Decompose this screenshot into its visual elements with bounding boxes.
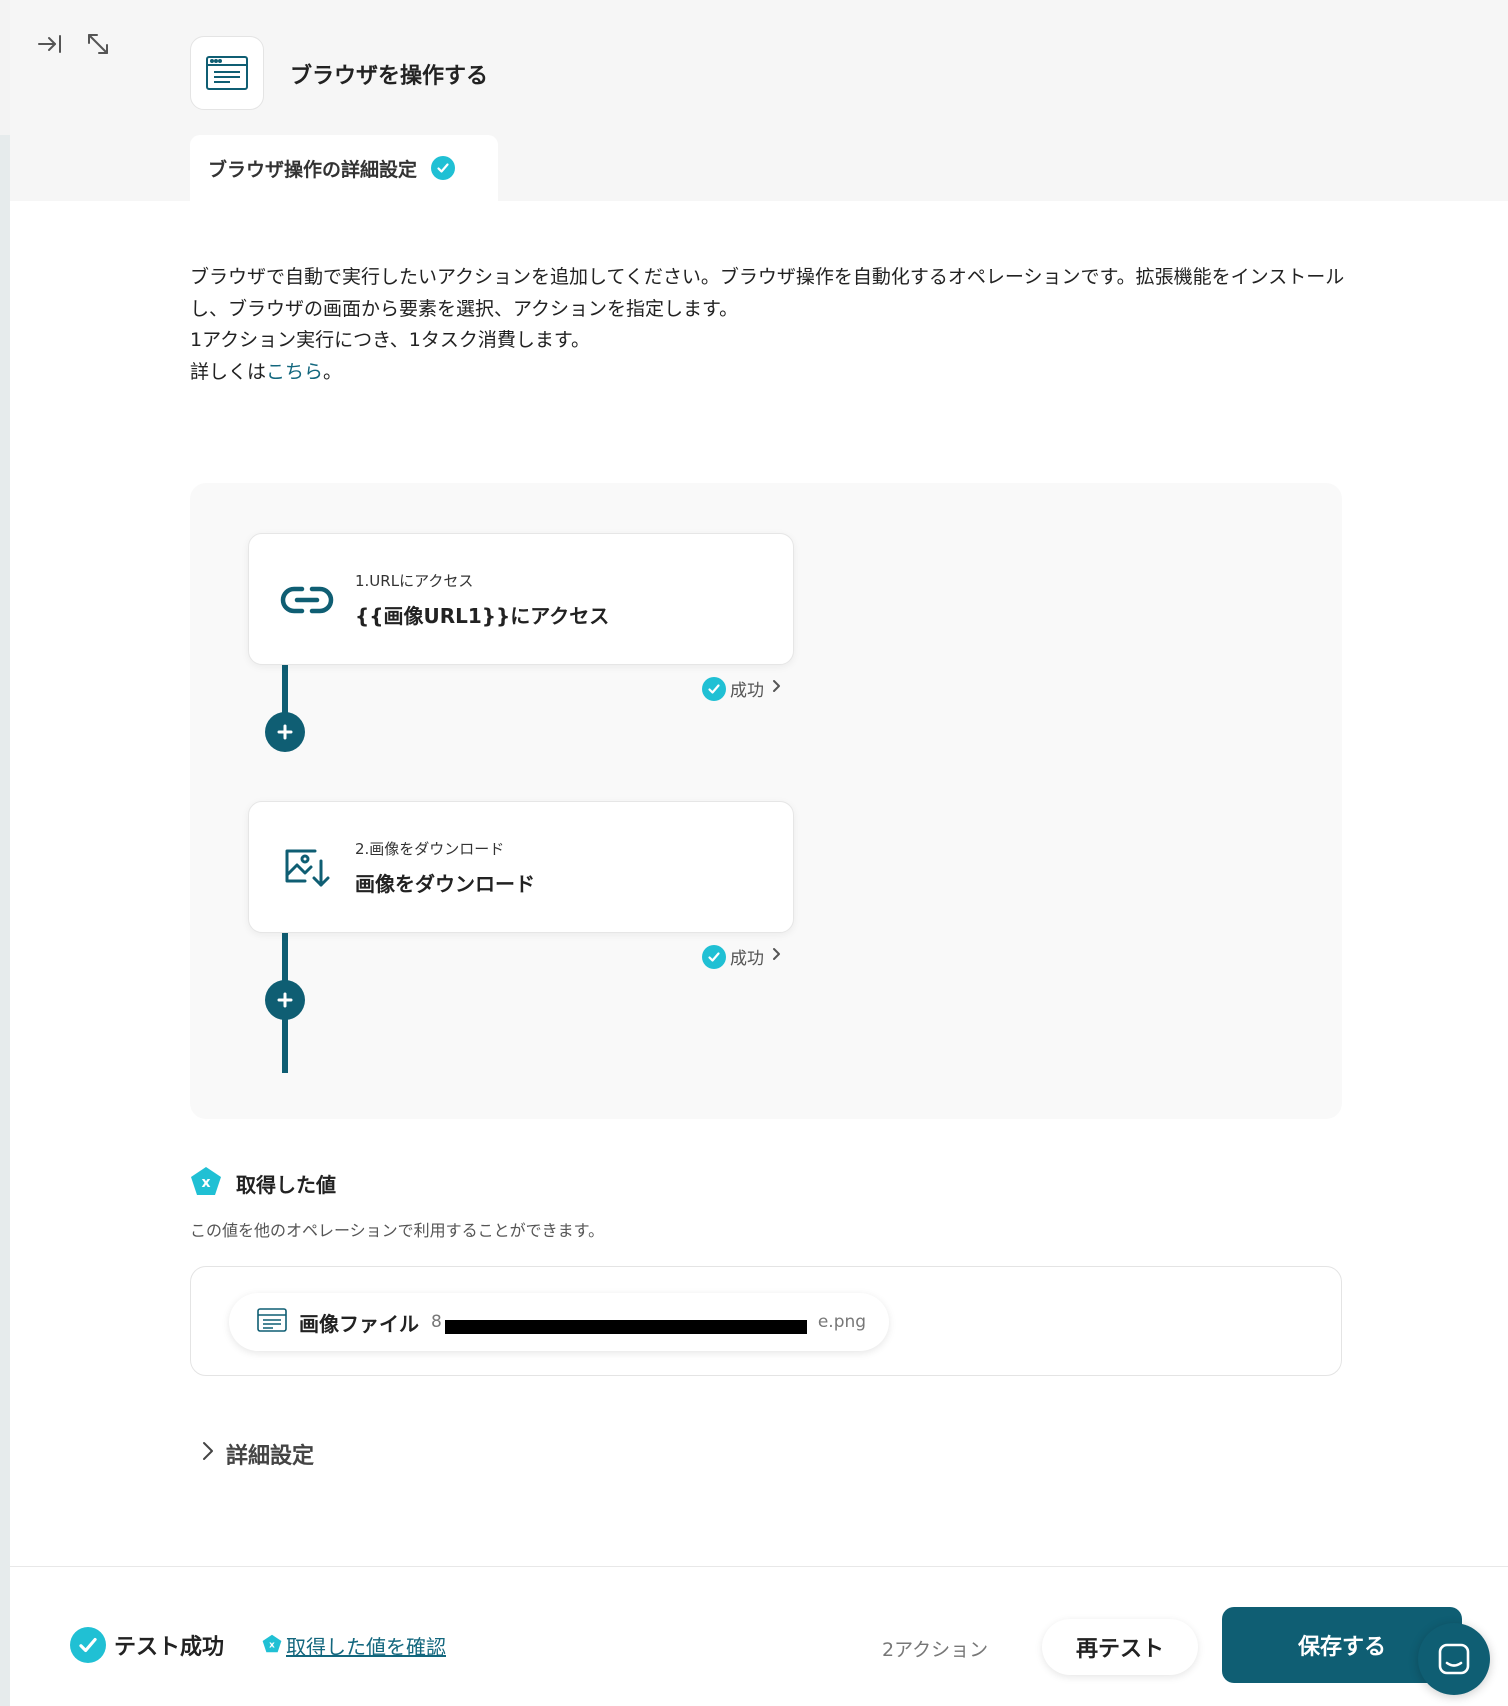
description: ブラウザで自動で実行したいアクションを追加してください。ブラウザ操作を自動化する… bbox=[190, 262, 1360, 388]
image-download-icon bbox=[279, 840, 335, 896]
advanced-settings-label: 詳細設定 bbox=[226, 1444, 315, 1469]
status-label: 成功 bbox=[730, 681, 764, 701]
help-link[interactable]: こちら bbox=[266, 361, 323, 383]
chat-support-button[interactable] bbox=[1418, 1623, 1490, 1695]
retest-button[interactable]: 再テスト bbox=[1042, 1619, 1198, 1675]
panel-header: ブラウザを操作する ブラウザ操作の詳細設定 bbox=[10, 0, 1508, 201]
operation-panel: ブラウザを操作する ブラウザ操作の詳細設定 ブラウザで自動で実行したいアクション… bbox=[10, 0, 1508, 1706]
output-values-title: 取得した値 bbox=[236, 1173, 336, 1197]
expand-panel-icon[interactable] bbox=[84, 30, 112, 58]
test-status: テスト成功 bbox=[70, 1627, 224, 1663]
check-icon bbox=[702, 676, 726, 701]
action-step-1[interactable]: 1.URLにアクセス {{画像URL1}}にアクセス bbox=[248, 533, 794, 665]
left-strip bbox=[0, 135, 10, 1706]
step-title: 画像をダウンロード bbox=[355, 872, 535, 896]
value-chip-value: 8 e.png bbox=[431, 1312, 867, 1334]
value-prefix: 8 bbox=[431, 1312, 442, 1332]
check-icon bbox=[431, 156, 456, 180]
output-values-note: この値を他のオペレーションで利用することができます。 bbox=[190, 1221, 605, 1240]
view-output-values-label: 取得した値を確認 bbox=[286, 1635, 446, 1659]
page-title: ブラウザを操作する bbox=[290, 64, 489, 89]
redaction-bar bbox=[445, 1320, 807, 1334]
step-title: {{画像URL1}}にアクセス bbox=[355, 604, 610, 628]
more-prefix: 詳しくは bbox=[190, 360, 267, 383]
chevron-right-icon bbox=[200, 1440, 216, 1468]
description-line-1: ブラウザで自動で実行したいアクションを追加してください。ブラウザ操作を自動化する… bbox=[190, 266, 1345, 320]
advanced-settings-toggle[interactable]: 詳細設定 bbox=[200, 1438, 314, 1470]
tab-browser-settings[interactable]: ブラウザ操作の詳細設定 bbox=[190, 135, 498, 201]
value-chip[interactable]: 画像ファイル 8 e.png bbox=[229, 1293, 889, 1351]
svg-text:x: x bbox=[269, 1640, 275, 1650]
view-output-values-link[interactable]: x 取得した値を確認 bbox=[262, 1631, 446, 1660]
output-values-box: 画像ファイル 8 e.png bbox=[190, 1266, 1342, 1376]
variable-icon: x bbox=[262, 1634, 282, 1658]
more-suffix: 。 bbox=[323, 360, 343, 383]
value-suffix: e.png bbox=[817, 1312, 867, 1332]
step-1-status[interactable]: 成功 bbox=[702, 676, 784, 701]
footer-bar: テスト成功 x 取得した値を確認 2アクション 再テスト 保存する bbox=[10, 1566, 1508, 1706]
svg-text:x: x bbox=[201, 1175, 210, 1191]
description-more: 詳しくはこちら。 bbox=[190, 357, 1360, 389]
status-label: 成功 bbox=[730, 949, 764, 969]
chat-icon bbox=[1438, 1643, 1470, 1675]
file-icon bbox=[257, 1308, 287, 1336]
tab-label: ブラウザ操作の詳細設定 bbox=[208, 158, 418, 181]
collapse-panel-icon[interactable] bbox=[36, 30, 64, 58]
step-2-status[interactable]: 成功 bbox=[702, 944, 784, 969]
step-subtitle: 1.URLにアクセス bbox=[355, 572, 474, 590]
action-step-2[interactable]: 2.画像をダウンロード 画像をダウンロード bbox=[248, 801, 794, 933]
browser-app-icon bbox=[190, 36, 264, 110]
value-chip-label: 画像ファイル bbox=[299, 1311, 419, 1336]
action-flow: 1.URLにアクセス {{画像URL1}}にアクセス 成功 2.画像をダウンロー… bbox=[190, 483, 1342, 1119]
variable-icon: x bbox=[190, 1166, 222, 1201]
chevron-right-icon bbox=[768, 946, 784, 967]
description-line-2: 1アクション実行につき、1タスク消費します。 bbox=[190, 329, 590, 351]
add-action-button[interactable] bbox=[265, 980, 305, 1020]
test-status-label: テスト成功 bbox=[114, 1635, 225, 1660]
link-icon bbox=[279, 572, 335, 628]
check-icon bbox=[70, 1627, 106, 1663]
add-action-button[interactable] bbox=[265, 712, 305, 752]
step-subtitle: 2.画像をダウンロード bbox=[355, 840, 505, 858]
chevron-right-icon bbox=[768, 678, 784, 699]
action-count: 2アクション bbox=[882, 1639, 989, 1661]
output-values-heading: x 取得した値 bbox=[190, 1166, 336, 1201]
check-icon bbox=[702, 944, 726, 969]
